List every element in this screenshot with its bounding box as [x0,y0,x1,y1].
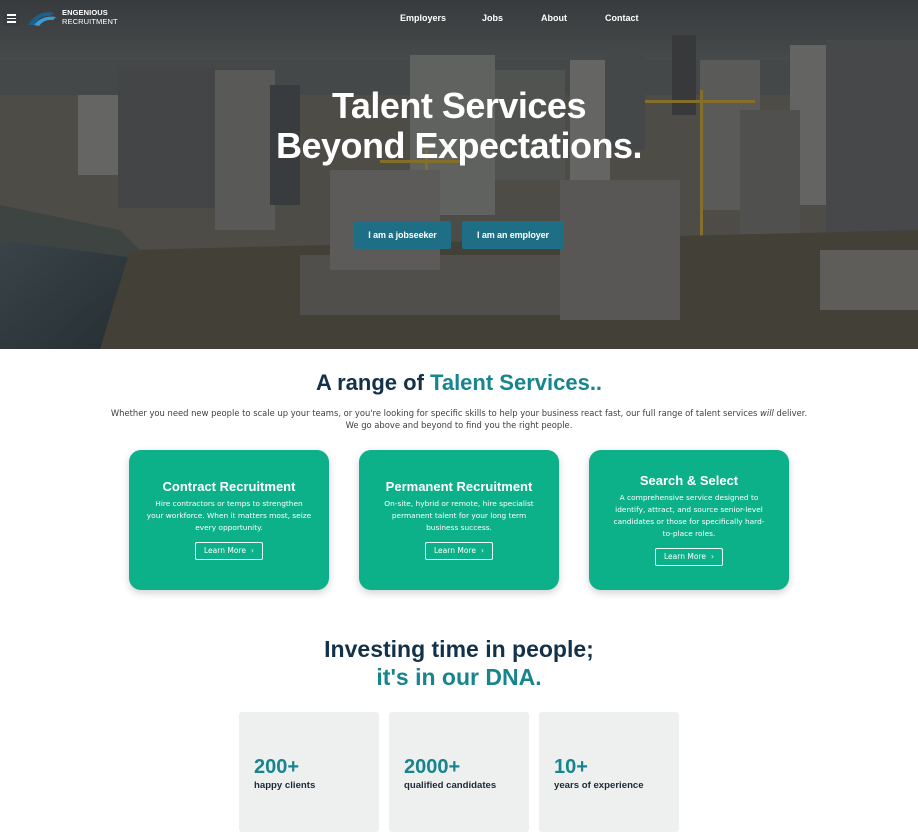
brand-name[interactable]: ENGENIOUS RECRUITMENT [62,8,118,26]
stat-number: 10+ [554,756,588,778]
card-desc-line: Hire contractors or temps to strengthen [155,499,303,508]
chevron-right-icon: › [250,546,254,555]
learn-more-label: Learn More [664,552,706,561]
learn-more-button[interactable]: Learn More › [195,542,263,560]
dna-title-line1: Investing time in people; [324,636,594,662]
nav-about[interactable]: About [541,13,567,23]
intro-line1-b: deliver. [773,408,808,418]
stat-card-candidates: 2000+ qualified candidates [389,712,529,832]
stat-label: years of experience [554,780,644,791]
stat-card-experience: 10+ years of experience [539,712,679,832]
intro-line1: Whether you need new people to scale up … [60,407,858,419]
card-desc-line: On-site, hybrid or remote, hire speciali… [384,499,534,508]
card-desc-line: to-place roles. [662,529,716,538]
hero-title-line1: Talent Services [332,85,586,126]
card-title: Search & Select [639,473,739,488]
intro-line2: We go above and beyond to find you the r… [345,420,573,431]
service-card-contract: Contract Recruitment Hire contractors or… [129,450,329,590]
card-title: Permanent Recruitment [385,479,533,494]
hero-overlay [0,0,918,349]
hamburger-menu-button[interactable] [3,10,20,26]
hero-title-line2: Beyond Expectations. [275,125,643,166]
services-intro: Whether you need new people to scale up … [60,407,858,431]
hamburger-line [7,17,16,20]
card-title: Contract Recruitment [162,479,296,494]
services-title: A range of Talent Services.. [0,370,918,396]
card-desc-line: identify, attract, and source senior-lev… [615,505,763,514]
card-description: A comprehensive service designed to iden… [589,492,789,540]
card-desc-line: permanent talent for your long term [391,511,527,520]
card-desc-line: every opportunity. [195,523,263,532]
chevron-right-icon: › [480,546,484,555]
service-card-permanent: Permanent Recruitment On-site, hybrid or… [359,450,559,590]
service-card-search-select: Search & Select A comprehensive service … [589,450,789,590]
stat-number: 2000+ [404,756,461,778]
services-title-prefix: A range of [315,370,431,395]
nav-jobs[interactable]: Jobs [482,13,503,23]
card-description: Hire contractors or temps to strengthen … [129,498,329,534]
stat-card-clients: 200+ happy clients [239,712,379,832]
intro-line1-a: Whether you need new people to scale up … [110,408,761,418]
hamburger-line [7,21,16,23]
nav-employers[interactable]: Employers [400,13,446,23]
card-description: On-site, hybrid or remote, hire speciali… [359,498,559,534]
chevron-right-icon: › [710,552,714,561]
brand-logo-icon[interactable] [26,7,60,29]
intro-line1-emphasis: will [760,408,774,418]
learn-more-label: Learn More [434,546,476,555]
stat-number: 200+ [254,756,300,778]
stat-label: qualified candidates [404,780,497,791]
hamburger-line [7,14,16,16]
jobseeker-button[interactable]: I am a jobseeker [354,221,451,249]
learn-more-label: Learn More [204,546,246,555]
services-title-accent: Talent Services.. [430,370,603,395]
nav-contact[interactable]: Contact [605,13,639,23]
hero-section: ENGENIOUS RECRUITMENT Employers Jobs Abo… [0,0,918,349]
top-navbar: ENGENIOUS RECRUITMENT Employers Jobs Abo… [0,0,918,38]
stat-label: happy clients [254,780,316,791]
card-desc-line: candidates or those for specifically har… [613,517,765,526]
dna-title-line2: it's in our DNA. [376,664,542,690]
employer-button[interactable]: I am an employer [462,221,564,249]
brand-line2: RECRUITMENT [62,16,118,26]
learn-more-button[interactable]: Learn More › [655,548,723,566]
card-desc-line: A comprehensive service designed to [619,493,759,502]
card-desc-line: business success. [426,523,492,532]
card-desc-line: your workforce. When it matters most, se… [146,511,312,520]
learn-more-button[interactable]: Learn More › [425,542,493,560]
